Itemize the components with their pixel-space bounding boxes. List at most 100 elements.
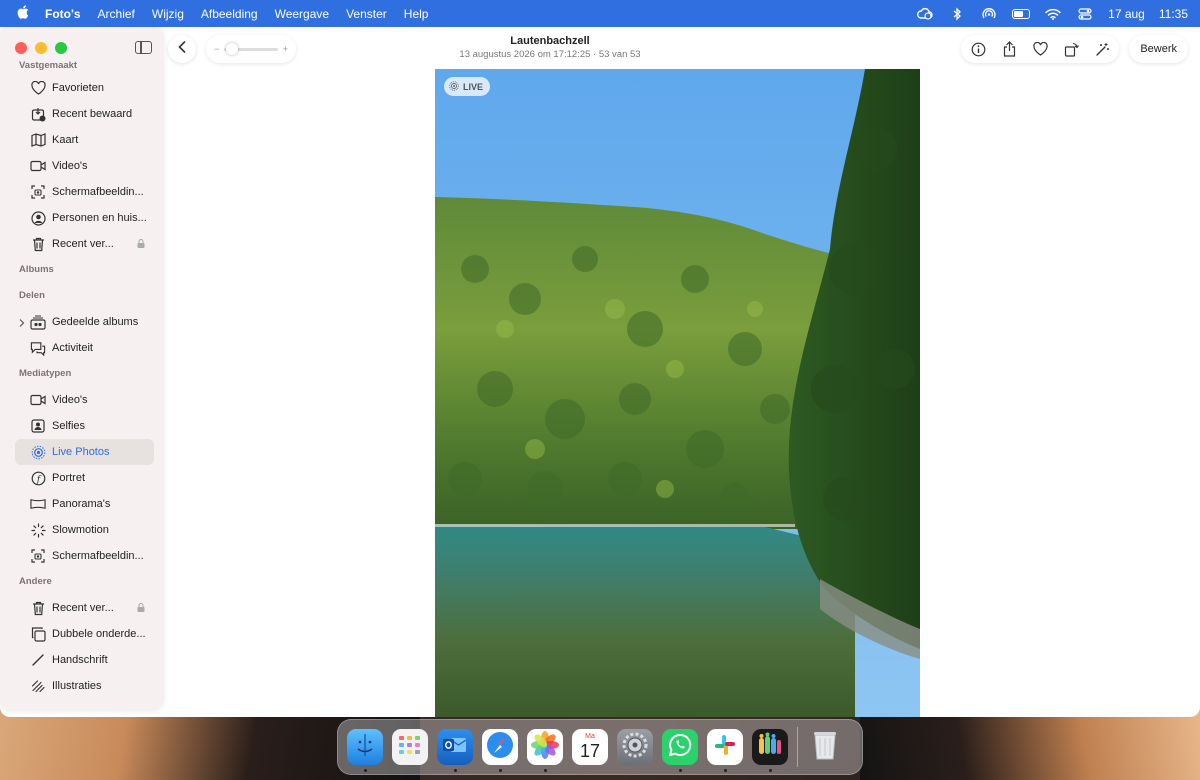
back-button[interactable] bbox=[168, 35, 196, 63]
photo-view[interactable]: LIVE bbox=[435, 69, 920, 717]
auto-enhance-icon[interactable] bbox=[1091, 38, 1113, 60]
section-andere[interactable]: Andere bbox=[0, 569, 163, 595]
sidebar-item-illustraties[interactable]: Illustraties bbox=[0, 673, 163, 699]
sidebar-item-label: Portret bbox=[52, 472, 86, 484]
sidebar-item-slowmotion[interactable]: Slowmotion bbox=[0, 517, 163, 543]
sidebar-item-recent-bewaard[interactable]: Recent bewaard bbox=[0, 101, 163, 127]
fullscreen-window-button[interactable] bbox=[55, 42, 67, 54]
sidebar-item-handschrift[interactable]: Handschrift bbox=[0, 647, 163, 673]
dock-finder[interactable] bbox=[347, 729, 383, 772]
sidebar-item-label: Illustraties bbox=[52, 680, 102, 692]
section-mediatypen[interactable]: Mediatypen bbox=[0, 361, 163, 387]
handwriting-icon bbox=[30, 652, 46, 668]
live-photo-badge[interactable]: LIVE bbox=[444, 77, 491, 96]
edit-button[interactable]: Bewerk bbox=[1129, 35, 1188, 63]
wifi-icon[interactable] bbox=[1044, 6, 1062, 22]
running-indicator bbox=[453, 769, 457, 772]
sidebar-item-label: Video's bbox=[52, 160, 88, 172]
dock-trash[interactable] bbox=[807, 729, 843, 765]
dock-teams[interactable] bbox=[752, 729, 788, 772]
sidebar-item-selfies[interactable]: Selfies bbox=[0, 413, 163, 439]
control-center-icon[interactable] bbox=[1076, 6, 1094, 22]
sidebar-item-screenshots[interactable]: Schermafbeeldin... bbox=[0, 179, 163, 205]
favorite-heart-icon[interactable] bbox=[1029, 38, 1051, 60]
menu-archief[interactable]: Archief bbox=[98, 7, 135, 21]
menu-weergave[interactable]: Weergave bbox=[275, 7, 329, 21]
sidebar-item-portret[interactable]: f Portret bbox=[0, 465, 163, 491]
zoom-out-icon[interactable]: − bbox=[214, 44, 219, 54]
menu-app-name[interactable]: Foto's bbox=[45, 7, 81, 21]
menu-afbeelding[interactable]: Afbeelding bbox=[201, 7, 258, 21]
recently-saved-icon bbox=[30, 106, 46, 122]
minimize-window-button[interactable] bbox=[35, 42, 47, 54]
zoom-track[interactable] bbox=[224, 42, 278, 55]
section-delen[interactable]: Delen bbox=[0, 283, 163, 309]
menubar-time[interactable]: 11:35 bbox=[1159, 7, 1188, 21]
sidebar-item-personen[interactable]: Personen en huis... bbox=[0, 205, 163, 231]
airdrop-icon[interactable] bbox=[980, 6, 998, 22]
window-controls bbox=[15, 42, 67, 54]
dock-photos[interactable] bbox=[527, 729, 563, 772]
sidebar-item-gedeelde-albums[interactable]: Gedeelde albums bbox=[0, 309, 163, 335]
dock-separator bbox=[797, 727, 798, 767]
menu-wijzig[interactable]: Wijzig bbox=[152, 7, 184, 21]
photos-icon bbox=[531, 730, 559, 764]
shared-albums-icon bbox=[30, 314, 46, 330]
sidebar-item-recent-verwijderd[interactable]: Recent ver... bbox=[0, 231, 163, 257]
slowmo-icon bbox=[30, 522, 46, 538]
sidebar-item-favorieten[interactable]: Favorieten bbox=[0, 75, 163, 101]
cloud-sync-icon[interactable] bbox=[916, 6, 934, 22]
sidebar-item-label: Personen en huis... bbox=[52, 212, 147, 224]
dock-settings[interactable] bbox=[617, 729, 653, 765]
outlook-icon bbox=[442, 734, 468, 761]
battery-icon[interactable] bbox=[1012, 6, 1031, 22]
sidebar-item-media-screenshots[interactable]: Schermafbeeldin... bbox=[0, 543, 163, 569]
menu-help[interactable]: Help bbox=[404, 7, 429, 21]
sidebar-item-media-videos[interactable]: Video's bbox=[0, 387, 163, 413]
live-photo-icon bbox=[30, 444, 46, 460]
menu-bar: Foto's Archief Wijzig Afbeelding Weergav… bbox=[0, 0, 1200, 27]
sidebar-item-other-recent-verwijderd[interactable]: Recent ver... bbox=[0, 595, 163, 621]
sidebar-item-kaart[interactable]: Kaart bbox=[0, 127, 163, 153]
close-window-button[interactable] bbox=[15, 42, 27, 54]
rotate-icon[interactable] bbox=[1060, 38, 1082, 60]
sidebar-item-label: Kaart bbox=[52, 134, 79, 146]
photo-actions-group bbox=[961, 35, 1120, 63]
live-photo-icon bbox=[449, 80, 459, 93]
apple-menu-icon[interactable] bbox=[15, 5, 31, 22]
portrait-icon: f bbox=[30, 470, 46, 486]
section-albums[interactable]: Albums bbox=[0, 257, 163, 283]
menu-venster[interactable]: Venster bbox=[346, 7, 387, 21]
sidebar-item-activiteit[interactable]: Activiteit bbox=[0, 335, 163, 361]
menubar-date[interactable]: 17 aug bbox=[1108, 7, 1145, 21]
zoom-knob[interactable] bbox=[226, 42, 239, 55]
dock-outlook[interactable] bbox=[437, 729, 473, 772]
sidebar-item-dubbele[interactable]: Dubbele onderde... bbox=[0, 621, 163, 647]
info-icon[interactable] bbox=[967, 38, 989, 60]
sidebar-item-label: Activiteit bbox=[52, 342, 93, 354]
bluetooth-icon[interactable] bbox=[948, 6, 966, 22]
chevron-right-icon[interactable] bbox=[19, 318, 25, 327]
zoom-in-icon[interactable]: + bbox=[283, 44, 288, 54]
dock-safari[interactable] bbox=[482, 729, 518, 772]
section-pinned: Vastgemaakt bbox=[19, 60, 78, 71]
zoom-slider[interactable]: − + bbox=[206, 35, 296, 63]
dock-whatsapp[interactable] bbox=[662, 729, 698, 772]
dock-launchpad[interactable] bbox=[392, 729, 428, 765]
trash-icon bbox=[811, 729, 839, 766]
calendar-month: Ma bbox=[585, 733, 595, 740]
calendar-day: 17 bbox=[579, 741, 601, 761]
dock-slack[interactable] bbox=[707, 729, 743, 772]
map-icon bbox=[30, 132, 46, 148]
dock-calendar[interactable]: Ma 17 bbox=[572, 729, 608, 765]
sidebar-item-label: Dubbele onderde... bbox=[52, 628, 146, 640]
sidebar-item-live-photos[interactable]: Live Photos bbox=[15, 439, 154, 465]
sidebar-item-panoramas[interactable]: Panorama's bbox=[0, 491, 163, 517]
activity-icon bbox=[30, 340, 46, 356]
sidebar: Vastgemaakt Favorieten Recent bewaard Ka… bbox=[0, 27, 163, 710]
sidebar-item-videos[interactable]: Video's bbox=[0, 153, 163, 179]
share-icon[interactable] bbox=[998, 38, 1020, 60]
sidebar-toggle-icon[interactable] bbox=[135, 41, 152, 54]
lock-icon bbox=[137, 238, 145, 248]
toolbar-right: Bewerk bbox=[961, 35, 1188, 63]
